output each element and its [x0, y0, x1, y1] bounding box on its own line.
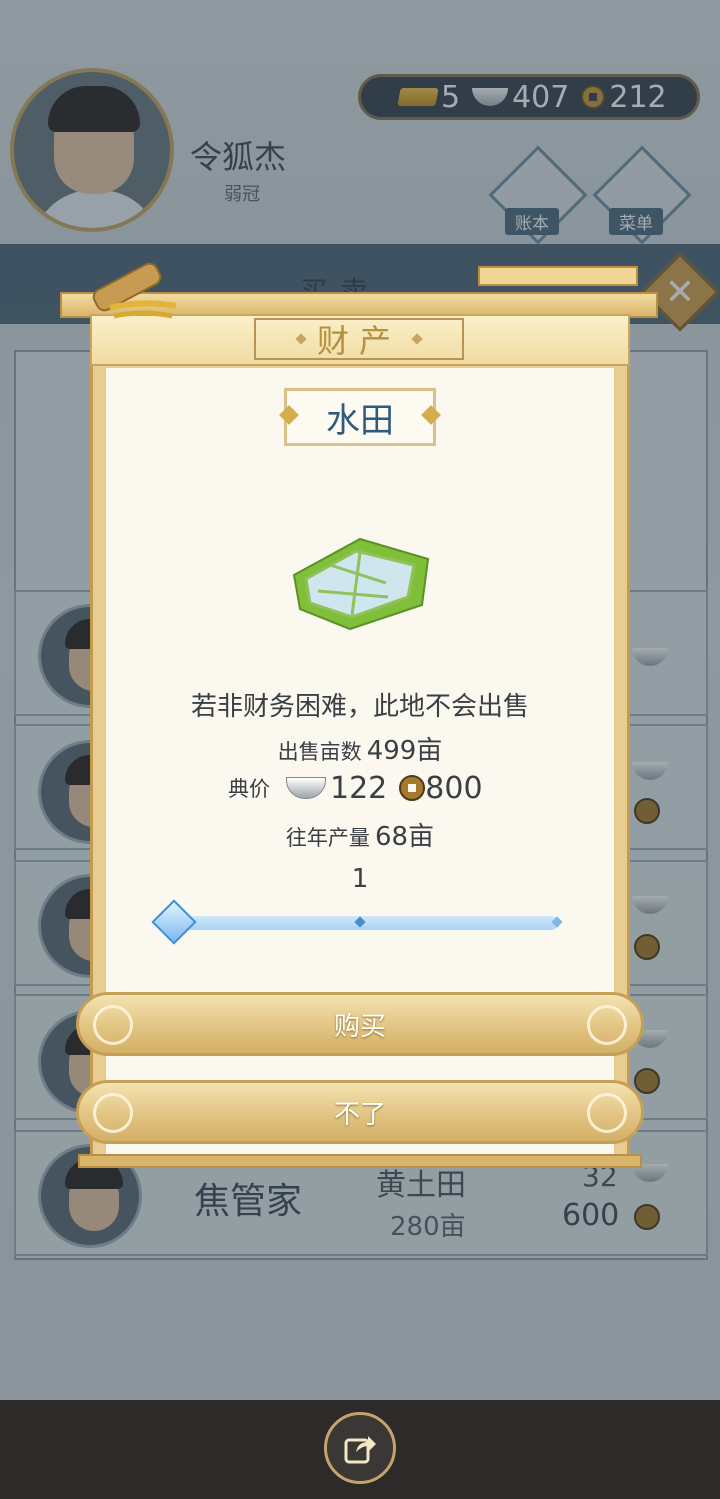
share-button[interactable]	[324, 1412, 396, 1484]
scroll-bottom-rod	[78, 1154, 642, 1168]
modal-title: 财产	[316, 322, 401, 360]
share-icon	[344, 1436, 376, 1464]
modal-header: 财产	[254, 318, 464, 360]
price-row: 典价 122 800	[228, 768, 483, 808]
cancel-button[interactable]: 不了	[76, 1080, 644, 1144]
sale-area-line: 出售亩数 499亩	[106, 730, 614, 767]
item-name: 水田	[326, 400, 394, 441]
paddy-field-image	[292, 537, 430, 631]
quantity-value: 1	[351, 864, 369, 894]
item-description: 若非财务困难，此地不会出售	[190, 692, 529, 722]
copper-coin-icon	[399, 775, 426, 801]
price-silver-value: 122	[330, 770, 388, 806]
item-title-frame: 水田	[284, 388, 436, 446]
sale-area-label: 出售亩数	[277, 740, 362, 764]
yield-line: 往年产量 68亩	[106, 816, 614, 853]
cancel-button-label: 不了	[333, 1099, 386, 1130]
buy-button[interactable]: 购买	[76, 992, 644, 1056]
yield-value: 68亩	[375, 822, 435, 852]
price-coin-value: 800	[425, 770, 483, 806]
buy-button-label: 购买	[333, 1011, 386, 1042]
quantity-slider[interactable]	[174, 916, 558, 930]
yield-label: 往年产量	[285, 826, 370, 850]
rice-bundle-icon	[92, 262, 177, 319]
silver-ingot-icon	[286, 777, 326, 799]
price-label: 典价	[228, 777, 270, 801]
sale-area-value: 499亩	[366, 736, 443, 766]
scroll-cap	[478, 266, 638, 286]
